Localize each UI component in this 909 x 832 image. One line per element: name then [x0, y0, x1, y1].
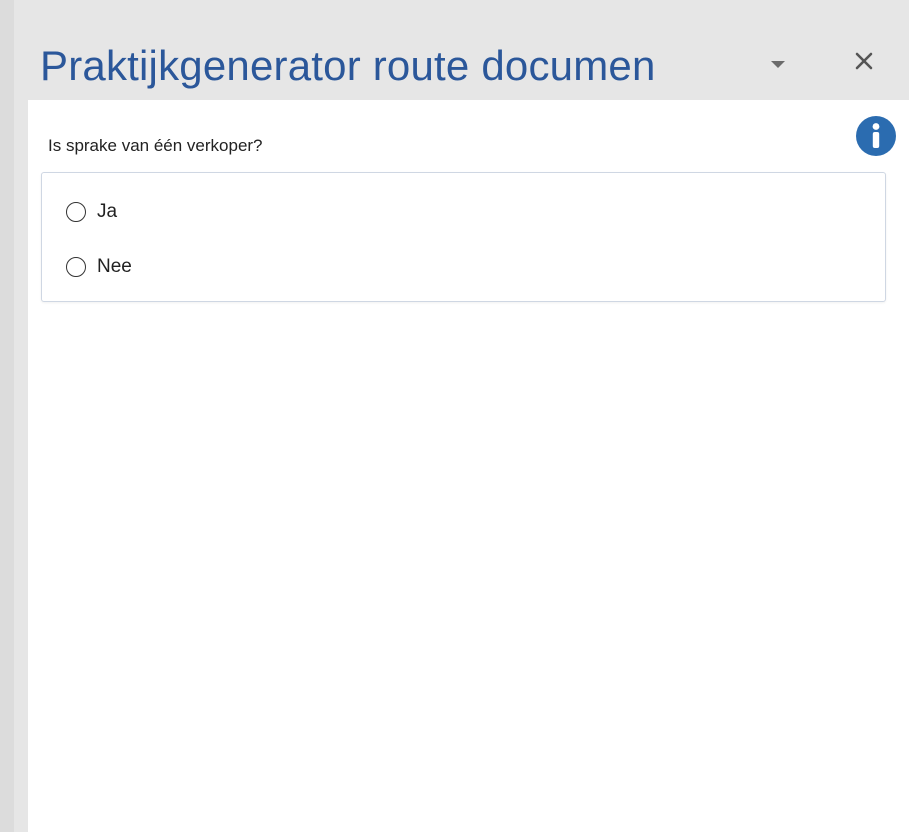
radio-button[interactable]	[66, 202, 86, 222]
task-pane-body: Is sprake van één verkoper? Ja Nee	[28, 100, 909, 832]
options-group: Ja Nee	[41, 172, 886, 302]
radio-option-ja[interactable]: Ja	[66, 197, 117, 227]
radio-label: Nee	[97, 256, 132, 277]
radio-button[interactable]	[66, 257, 86, 277]
triangle-down-icon[interactable]	[766, 52, 790, 76]
task-pane-header: Praktijkgenerator route documen	[14, 0, 909, 100]
info-icon[interactable]	[854, 114, 898, 158]
task-pane: Praktijkgenerator route documen Is sprak…	[14, 0, 909, 832]
close-icon[interactable]	[847, 44, 881, 78]
radio-label: Ja	[97, 201, 118, 222]
task-pane-title: Praktijkgenerator route documen	[40, 42, 656, 89]
radio-option-nee[interactable]: Nee	[66, 252, 132, 282]
question-label: Is sprake van één verkoper?	[48, 136, 263, 155]
document-edge	[0, 0, 15, 832]
